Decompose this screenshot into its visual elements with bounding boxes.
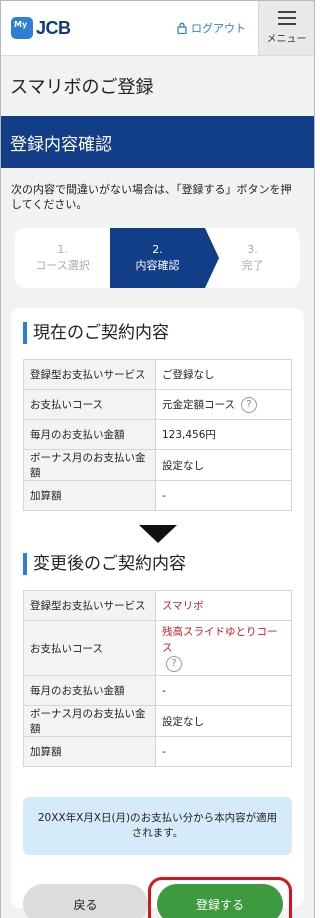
intro-text: 次の内容で間違いがない場合は、「登録する」ボタンを押してください。 — [11, 183, 292, 211]
table-row: ボーナス月のお支払い金額 設定なし — [23, 449, 292, 481]
row-key: ボーナス月のお支払い金額 — [23, 705, 156, 737]
step-confirm: 2. 内容確認 — [110, 228, 219, 288]
row-value: 123,456円 — [155, 419, 292, 450]
table-row: 毎月のお支払い金額 - — [23, 675, 292, 706]
step-label: 内容確認 — [135, 259, 180, 272]
row-value: - — [155, 480, 292, 511]
table-row: ボーナス月のお支払い金額 設定なし — [23, 705, 292, 737]
action-buttons: 戻る 登録する — [23, 877, 292, 918]
table-row: 加算額 - — [23, 480, 292, 511]
table-row: 登録型お支払いサービス スマリボ — [23, 590, 292, 621]
row-key: 登録型お支払いサービス — [23, 359, 156, 390]
contract-card: 現在のご契約内容 登録型お支払いサービス ご登録なし お支払いコース 元金定額コ… — [11, 308, 304, 918]
row-key: ボーナス月のお支払い金額 — [23, 449, 156, 481]
row-value-cell: 残高スライドゆとりコース? — [155, 620, 292, 676]
table-row: お支払いコース 残高スライドゆとりコース? — [23, 620, 292, 676]
section-band-title: 登録内容確認 — [1, 116, 314, 168]
row-value: 残高スライドゆとりコース — [162, 626, 278, 654]
row-key: お支払いコース — [23, 389, 156, 420]
hamburger-icon — [277, 11, 296, 25]
row-value: 元金定額コース — [162, 398, 235, 411]
back-button[interactable]: 戻る — [23, 884, 148, 918]
row-value: - — [155, 675, 292, 706]
new-contract-heading: 変更後のご契約内容 — [23, 553, 292, 575]
jcb-logo[interactable]: My JCB — [1, 1, 156, 55]
row-key: 加算額 — [23, 480, 156, 511]
row-value: - — [155, 736, 292, 767]
row-value: スマリボ — [155, 590, 292, 621]
logo-text: JCB — [36, 17, 71, 38]
lock-icon — [177, 22, 187, 34]
row-value: 設定なし — [155, 449, 292, 481]
table-row: お支払いコース 元金定額コース? — [23, 389, 292, 420]
step-number: 1. — [57, 243, 68, 256]
row-key: 登録型お支払いサービス — [23, 590, 156, 621]
myjcb-badge: My — [11, 17, 33, 39]
register-highlight: 登録する — [148, 877, 292, 918]
apply-notice: 20XX年X月X日(月)のお支払い分から本内容が適用されます。 — [23, 797, 292, 855]
row-key: お支払いコース — [23, 620, 156, 676]
table-row: 登録型お支払いサービス ご登録なし — [23, 359, 292, 390]
row-key: 毎月のお支払い金額 — [23, 675, 156, 706]
app-header: My JCB ログアウト メニュー — [1, 1, 314, 56]
current-contract-heading: 現在のご契約内容 — [23, 322, 292, 344]
table-row: 毎月のお支払い金額 123,456円 — [23, 419, 292, 450]
main-content: 次の内容で間違いがない場合は、「登録する」ボタンを押してください。 1. コース… — [1, 168, 314, 918]
new-contract-table: 登録型お支払いサービス スマリボ お支払いコース 残高スライドゆとりコース? 毎… — [23, 590, 292, 767]
step-number: 3. — [247, 243, 258, 256]
register-button[interactable]: 登録する — [157, 884, 283, 918]
row-value-cell: 元金定額コース? — [155, 389, 292, 420]
help-icon[interactable]: ? — [166, 656, 182, 672]
current-contract-table: 登録型お支払いサービス ご登録なし お支払いコース 元金定額コース? 毎月のお支… — [23, 359, 292, 511]
step-number: 2. — [152, 243, 163, 256]
menu-label: メニュー — [266, 34, 307, 45]
page-title: スマリボのご登録 — [1, 56, 314, 116]
logout-link[interactable]: ログアウト — [156, 1, 258, 55]
row-key: 毎月のお支払い金額 — [23, 419, 156, 450]
step-course-select: 1. コース選択 — [15, 228, 110, 288]
step-complete: 3. 完了 — [205, 228, 300, 288]
step-label: 完了 — [241, 259, 264, 272]
step-label: コース選択 — [35, 259, 90, 272]
menu-button[interactable]: メニュー — [258, 1, 314, 55]
row-value: ご登録なし — [155, 359, 292, 390]
logout-label: ログアウト — [191, 22, 246, 35]
progress-steps: 1. コース選択 2. 内容確認 3. 完了 — [15, 228, 300, 288]
help-icon[interactable]: ? — [240, 396, 257, 413]
row-value: 設定なし — [155, 705, 292, 737]
row-key: 加算額 — [23, 736, 156, 767]
table-row: 加算額 - — [23, 736, 292, 767]
down-arrow-icon — [138, 525, 177, 543]
